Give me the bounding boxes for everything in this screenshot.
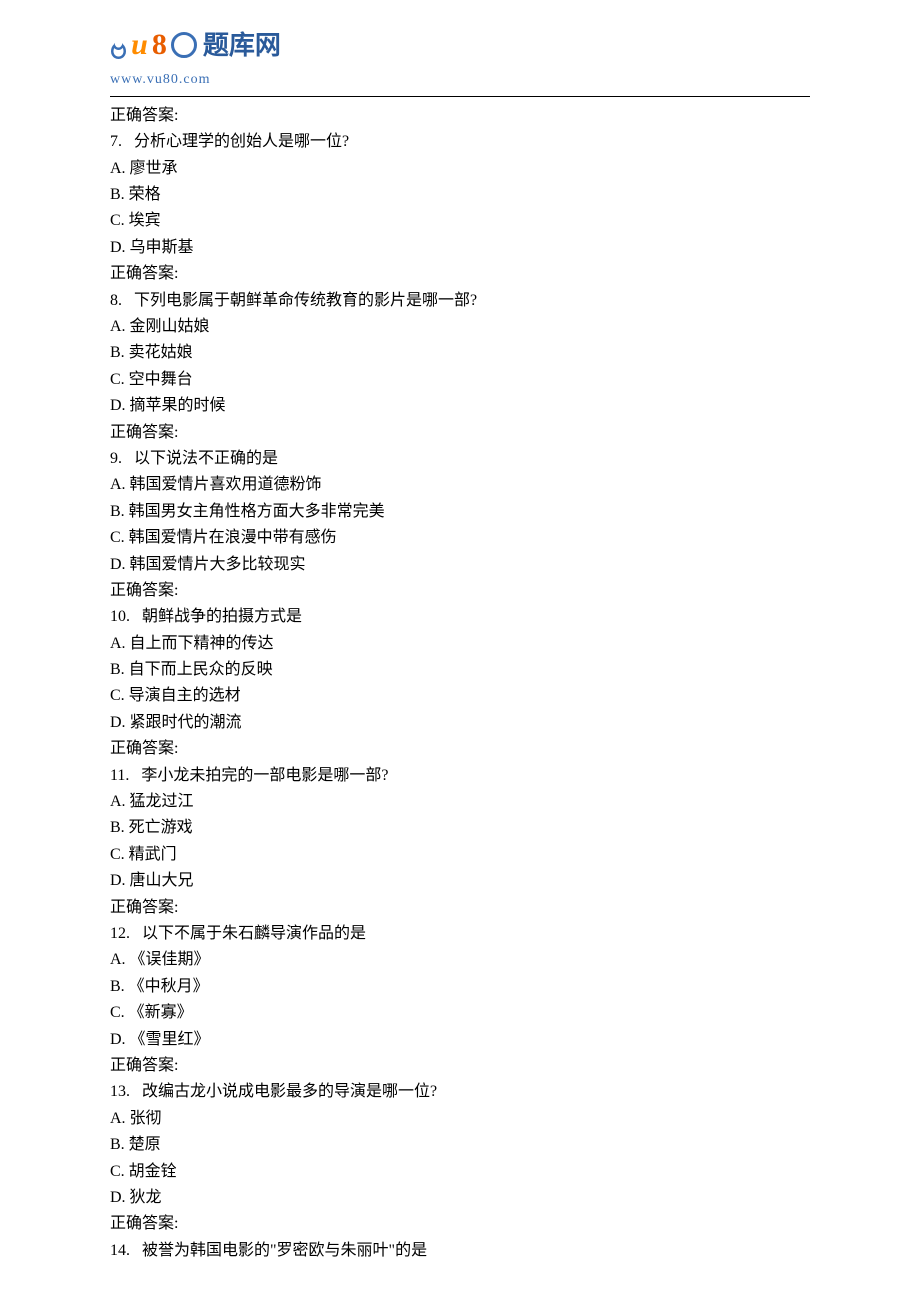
option-text: B. 荣格 <box>110 182 810 208</box>
answer-label: 正确答案: <box>110 1211 810 1237</box>
answer-label: 正确答案: <box>110 736 810 762</box>
option-text: A. 张彻 <box>110 1106 810 1132</box>
option-text: B. 卖花姑娘 <box>110 340 810 366</box>
option-text: C. 空中舞台 <box>110 367 810 393</box>
option-text: D. 紧跟时代的潮流 <box>110 710 810 736</box>
logo-letter-u: u <box>131 20 148 70</box>
option-text: A. 廖世承 <box>110 156 810 182</box>
answer-label: 正确答案: <box>110 578 810 604</box>
question-text: 9. 以下说法不正确的是 <box>110 446 810 472</box>
option-text: B. 《中秋月》 <box>110 974 810 1000</box>
option-text: D. 唐山大兄 <box>110 868 810 894</box>
option-text: D. 韩国爱情片大多比较现实 <box>110 552 810 578</box>
option-text: A. 金刚山姑娘 <box>110 314 810 340</box>
option-text: B. 楚原 <box>110 1132 810 1158</box>
option-text: C. 胡金铨 <box>110 1159 810 1185</box>
logo-brand-text: 题库网 <box>203 24 281 67</box>
answer-label: 正确答案: <box>110 895 810 921</box>
logo-url: www.vu80.com <box>110 68 281 91</box>
option-text: C. 导演自主的选材 <box>110 683 810 709</box>
option-text: C. 韩国爱情片在浪漫中带有感伤 <box>110 525 810 551</box>
option-text: A. 《误佳期》 <box>110 947 810 973</box>
question-text: 11. 李小龙未拍完的一部电影是哪一部? <box>110 763 810 789</box>
question-text: 10. 朝鲜战争的拍摄方式是 <box>110 604 810 630</box>
option-text: B. 自下而上民众的反映 <box>110 657 810 683</box>
question-text: 12. 以下不属于朱石麟导演作品的是 <box>110 921 810 947</box>
question-text: 14. 被誉为韩国电影的"罗密欧与朱丽叶"的是 <box>110 1238 810 1264</box>
answer-label: 正确答案: <box>110 1053 810 1079</box>
question-text: 8. 下列电影属于朝鲜革命传统教育的影片是哪一部? <box>110 288 810 314</box>
option-text: D. 《雪里红》 <box>110 1027 810 1053</box>
option-text: D. 摘苹果的时候 <box>110 393 810 419</box>
answer-label: 正确答案: <box>110 420 810 446</box>
option-text: B. 死亡游戏 <box>110 815 810 841</box>
option-text: A. 韩国爱情片喜欢用道德粉饰 <box>110 472 810 498</box>
logo-digit-8: 8 <box>152 20 167 70</box>
answer-label: 正确答案: <box>110 261 810 287</box>
option-text: D. 狄龙 <box>110 1185 810 1211</box>
site-logo: ဗ u 8 题库网 www.vu80.com <box>110 20 810 92</box>
option-text: D. 乌申斯基 <box>110 235 810 261</box>
option-text: B. 韩国男女主角性格方面大多非常完美 <box>110 499 810 525</box>
logo-bunny-icon: ဗ <box>110 24 127 74</box>
question-list: 正确答案:7. 分析心理学的创始人是哪一位?A. 廖世承B. 荣格C. 埃宾D.… <box>110 103 810 1264</box>
option-text: A. 自上而下精神的传达 <box>110 631 810 657</box>
option-text: A. 猛龙过江 <box>110 789 810 815</box>
option-text: C. 埃宾 <box>110 208 810 234</box>
answer-label: 正确答案: <box>110 103 810 129</box>
question-text: 13. 改编古龙小说成电影最多的导演是哪一位? <box>110 1079 810 1105</box>
logo-circle-icon <box>171 32 197 58</box>
question-text: 7. 分析心理学的创始人是哪一位? <box>110 129 810 155</box>
header-divider <box>110 96 810 97</box>
option-text: C. 《新寡》 <box>110 1000 810 1026</box>
option-text: C. 精武门 <box>110 842 810 868</box>
